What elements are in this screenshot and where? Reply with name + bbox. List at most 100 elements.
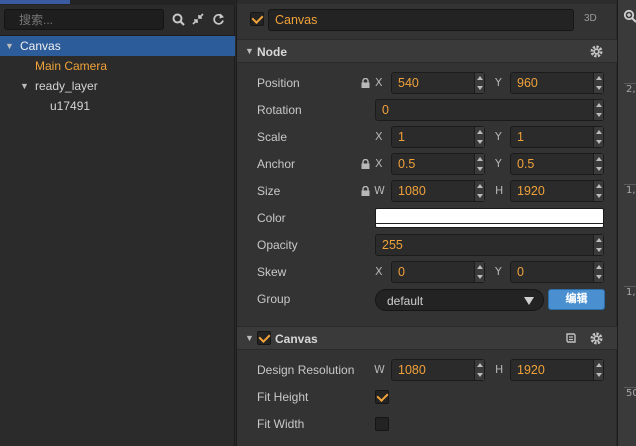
- scale-x-stepper[interactable]: [474, 127, 484, 147]
- opacity-stepper[interactable]: [593, 235, 603, 255]
- skew-x-value: 0: [398, 265, 405, 279]
- edit-group-button[interactable]: 编辑: [548, 289, 605, 310]
- color-label: Color: [257, 211, 286, 225]
- size-h-axis-label: H: [495, 184, 504, 197]
- fit-width-checkbox[interactable]: [375, 417, 389, 431]
- anchor-x-stepper[interactable]: [474, 154, 484, 174]
- fit-height-label: Fit Height: [257, 390, 309, 404]
- design-resolution-height-value: 1920: [517, 363, 545, 377]
- scale-x-input[interactable]: 1: [391, 126, 485, 148]
- lock-icon[interactable]: [361, 77, 370, 88]
- position-y-input[interactable]: 960: [510, 72, 604, 94]
- hierarchy-panel: ▼ Canvas Main Camera ▼ ready_layer u1749…: [0, 0, 235, 446]
- lock-icon[interactable]: [361, 158, 370, 169]
- opacity-input[interactable]: 255: [375, 234, 604, 256]
- group-select[interactable]: default: [375, 289, 544, 311]
- scale-x-value: 1: [398, 130, 405, 144]
- node-section-header[interactable]: ▼ Node: [237, 39, 617, 63]
- scale-y-input[interactable]: 1: [510, 126, 604, 148]
- ruler-label: 2,0: [626, 84, 636, 95]
- tree-item-u17491[interactable]: u17491: [0, 96, 235, 116]
- skew-y-value: 0: [517, 265, 524, 279]
- tree-item-label: ready_layer: [35, 79, 98, 93]
- gear-icon[interactable]: [590, 332, 603, 345]
- expand-arrow-icon[interactable]: ▼: [5, 36, 15, 56]
- skew-y-input[interactable]: 0: [510, 261, 604, 283]
- group-select-value: default: [387, 294, 424, 308]
- node-name-input[interactable]: Canvas: [268, 9, 574, 31]
- search-icon[interactable]: [170, 11, 186, 27]
- skew-y-axis-label: Y: [495, 265, 502, 278]
- tree-item-label: Main Camera: [35, 59, 108, 73]
- help-doc-icon[interactable]: [565, 332, 577, 344]
- anchor-y-input[interactable]: 0.5: [510, 153, 604, 175]
- design-resolution-h-axis-label: H: [495, 363, 504, 376]
- node-active-checkbox[interactable]: [250, 12, 264, 26]
- canvas-component-enabled-checkbox[interactable]: [257, 331, 271, 345]
- section-title: Node: [257, 45, 287, 59]
- hierarchy-search-box[interactable]: [4, 9, 164, 30]
- collapse-arrow-icon[interactable]: ▼: [245, 46, 254, 56]
- size-width-stepper[interactable]: [474, 181, 484, 201]
- group-label: Group: [257, 292, 291, 306]
- fit-height-checkbox[interactable]: [375, 390, 389, 404]
- design-resolution-width-value: 1080: [398, 363, 426, 377]
- anchor-y-value: 0.5: [517, 157, 535, 171]
- design-resolution-w-axis-label: W: [374, 363, 385, 376]
- design-resolution-width-stepper[interactable]: [474, 360, 484, 380]
- anchor-x-value: 0.5: [398, 157, 416, 171]
- design-resolution-height-stepper[interactable]: [593, 360, 603, 380]
- size-height-input[interactable]: 1920: [510, 180, 604, 202]
- size-width-input[interactable]: 1080: [391, 180, 485, 202]
- position-x-input[interactable]: 540: [391, 72, 485, 94]
- skew-y-stepper[interactable]: [593, 262, 603, 282]
- rotation-label: Rotation: [257, 103, 302, 117]
- fit-width-label: Fit Width: [257, 417, 305, 431]
- anchor-y-stepper[interactable]: [593, 154, 603, 174]
- canvas-section-header[interactable]: ▼ Canvas: [237, 326, 617, 350]
- skew-x-axis-label: X: [375, 265, 383, 278]
- zoom-icon[interactable]: [623, 9, 636, 23]
- skew-x-stepper[interactable]: [474, 262, 484, 282]
- collapse-arrow-icon[interactable]: ▼: [245, 333, 254, 343]
- position-y-stepper[interactable]: [593, 73, 603, 93]
- scale-y-stepper[interactable]: [593, 127, 603, 147]
- lock-icon[interactable]: [361, 185, 370, 196]
- tree-item-canvas[interactable]: ▼ Canvas: [0, 36, 235, 56]
- scale-label: Scale: [257, 130, 288, 144]
- size-width-value: 1080: [398, 184, 426, 198]
- rotation-stepper[interactable]: [593, 100, 603, 120]
- size-w-axis-label: W: [374, 184, 385, 197]
- chevron-down-icon: [524, 297, 534, 305]
- design-resolution-width-input[interactable]: 1080: [391, 359, 485, 381]
- skew-x-input[interactable]: 0: [391, 261, 485, 283]
- refresh-icon[interactable]: [210, 11, 226, 27]
- collapse-all-icon[interactable]: [190, 11, 206, 27]
- color-picker-swatch[interactable]: [375, 208, 604, 228]
- tree-item-label: u17491: [50, 99, 91, 113]
- design-resolution-height-input[interactable]: 1920: [510, 359, 604, 381]
- scene-view-edge[interactable]: 2,0 1, 1,0 50: [617, 0, 636, 446]
- scale-y-value: 1: [517, 130, 524, 144]
- expand-arrow-icon[interactable]: ▼: [20, 76, 30, 96]
- section-title: Canvas: [275, 332, 318, 346]
- ruler-label: 1,0: [626, 287, 636, 298]
- tree-item-main-camera[interactable]: Main Camera: [0, 56, 235, 76]
- anchor-x-input[interactable]: 0.5: [391, 153, 485, 175]
- position-y-axis-label: Y: [495, 76, 502, 89]
- node-name-text: Canvas: [275, 13, 318, 27]
- skew-label: Skew: [257, 265, 287, 279]
- tree-item-label: Canvas: [20, 39, 61, 53]
- position-x-stepper[interactable]: [474, 73, 484, 93]
- hierarchy-tab[interactable]: [0, 0, 70, 4]
- hierarchy-search-input[interactable]: [19, 10, 159, 29]
- rotation-input[interactable]: 0: [375, 99, 604, 121]
- inspector-tab-bar: [237, 0, 617, 4]
- size-height-stepper[interactable]: [593, 181, 603, 201]
- ruler-label: 50: [626, 388, 636, 399]
- scale-x-axis-label: X: [375, 130, 383, 143]
- gear-icon[interactable]: [590, 45, 603, 58]
- tree-item-ready-layer[interactable]: ▼ ready_layer: [0, 76, 235, 96]
- toggle-3d-button[interactable]: 3D: [584, 13, 597, 24]
- hierarchy-tab-bar: [0, 0, 235, 5]
